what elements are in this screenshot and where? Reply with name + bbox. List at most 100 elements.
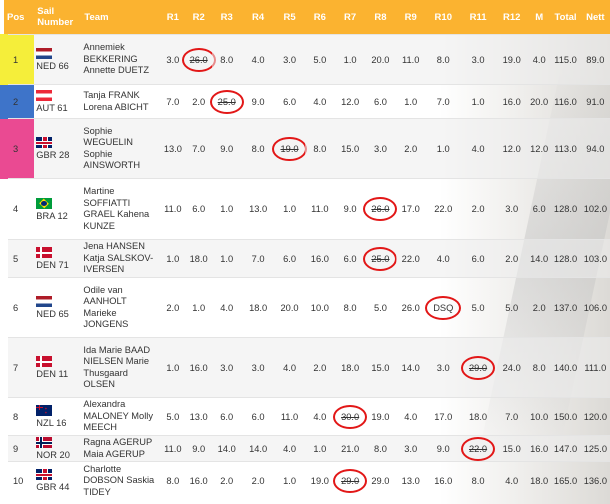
race-score: 20.0 (371, 54, 390, 65)
race-score: 5.0 (166, 411, 180, 422)
race-score: 1.0 (313, 443, 327, 454)
total-cell: 115.0 (550, 34, 581, 85)
race-score: 15.0 (371, 362, 390, 373)
table-row[interactable]: 9 NOR 20 Ragna AGERUP Maia AGERUP 11.0 9.0 14… (4, 435, 610, 462)
race-11-cell: 29.0 (460, 337, 496, 398)
total-cell: 140.0 (550, 337, 581, 398)
race-5-cell: 1.0 (274, 461, 305, 500)
medal-race-cell: 20.0 (527, 84, 551, 119)
sail-number-cell: DEN 71 (34, 239, 82, 278)
race-score: 19.0 (502, 54, 521, 65)
race-score: 11.0 (311, 204, 329, 214)
discarded-score: 19.0 (272, 136, 307, 161)
header-m[interactable]: M (527, 0, 551, 35)
race-score: 6.0 (251, 411, 265, 422)
race-10-cell: 17.0 (425, 397, 461, 436)
race-score: 6.0 (220, 411, 234, 422)
header-r10[interactable]: R10 (425, 0, 461, 35)
sail-number-cell: NZL 16 (34, 397, 82, 436)
race-score: 9.0 (251, 96, 265, 107)
table-row[interactable]: 10 GBR 44 Charlotte DOBSON Saskia TIDEY 8.0… (4, 461, 610, 500)
header-total[interactable]: Total (550, 0, 581, 35)
header-sail-number[interactable]: Sail Number (34, 0, 82, 35)
table-row[interactable]: 8NZL 16 Alexandra MALONEY Molly MEECH 5.0 1… (4, 397, 610, 436)
race-score: 2.0 (505, 253, 519, 264)
race-5-cell: 20.0 (274, 277, 305, 338)
race-score: 1.0 (404, 96, 418, 107)
header-r7[interactable]: R7 (334, 0, 366, 35)
position-cell: 6 (4, 277, 35, 338)
team-cell[interactable]: Sophie WEGUELIN Sophie AINSWORTH (81, 118, 160, 179)
race-7-cell: 8.0 (334, 277, 366, 338)
race-10-cell: DSQ (425, 277, 462, 338)
race-7-cell: 21.0 (334, 435, 366, 462)
team-cell[interactable]: Alexandra MALONEY Molly MEECH (81, 397, 160, 436)
sail-number-cell: GBR 44 (34, 461, 82, 500)
discarded-score: DSQ (425, 295, 462, 320)
table-row[interactable]: 1 NED 66 Annemiek BEKKERING Annette DUETZ 3… (0, 34, 610, 85)
table-row[interactable]: 4 BRA 12 Martine SOFFIATTI GRAEL Kahena KU… (4, 178, 610, 240)
race-1-cell: 1.0 (159, 239, 186, 278)
sail-number: BRA 12 (36, 210, 68, 221)
ned-flag-icon (36, 296, 53, 307)
header-r8[interactable]: R8 (365, 0, 396, 35)
header-r2[interactable]: R2 (185, 0, 212, 35)
header-r5[interactable]: R5 (274, 0, 305, 35)
race-score: 6.0 (343, 253, 357, 264)
nett-cell: 103.0 (580, 239, 610, 278)
table-row[interactable]: 7 DEN 11 Ida Marie BAAD NIELSEN Marie Thus… (4, 337, 610, 398)
header-r4[interactable]: R4 (241, 0, 275, 35)
bra-flag-icon (36, 197, 53, 209)
team-cell[interactable]: Jena HANSEN Katja SALSKOV-IVERSEN (81, 239, 160, 278)
race-score: 5.0 (471, 302, 485, 313)
header-r6[interactable]: R6 (304, 0, 335, 35)
team-cell[interactable]: Annemiek BEKKERING Annette DUETZ (81, 34, 160, 85)
table-row[interactable]: 3 GBR 28 Sophie WEGUELIN Sophie AINSWORTH 1… (0, 118, 610, 179)
race-1-cell: 11.0 (159, 178, 186, 240)
table-row[interactable]: 6 NED 65 Odile van AANHOLT Marieke JONGENS… (4, 277, 610, 338)
team-cell[interactable]: Tanja FRANK Lorena ABICHT (81, 84, 160, 119)
medal-race-cell: 12.0 (527, 118, 551, 179)
team-cell[interactable]: Charlotte DOBSON Saskia TIDEY (81, 461, 160, 500)
header-r12[interactable]: R12 (495, 0, 528, 35)
position-cell: 9 (4, 435, 35, 462)
race-score: 1.0 (283, 204, 296, 214)
race-2-cell: 16.0 (185, 337, 212, 398)
team-cell[interactable]: Odile van AANHOLT Marieke JONGENS (81, 277, 160, 338)
table-row[interactable]: 5 DEN 71 Jena HANSEN Katja SALSKOV-IVERSEN… (4, 239, 610, 278)
header-r1[interactable]: R1 (159, 0, 186, 35)
race-score: 2.0 (471, 204, 485, 214)
race-score: 4.0 (283, 362, 296, 373)
race-score: 11.0 (280, 411, 299, 422)
race-score: 29.0 (371, 475, 390, 486)
race-5-cell: 6.0 (274, 84, 305, 119)
race-12-cell: 24.0 (495, 337, 528, 398)
header-r3[interactable]: R3 (211, 0, 242, 35)
team-cell[interactable]: Martine SOFFIATTI GRAEL Kahena KUNZE (81, 178, 160, 240)
team-cell[interactable]: Ragna AGERUP Maia AGERUP (81, 435, 160, 462)
header-r9[interactable]: R9 (395, 0, 426, 35)
table-row[interactable]: 2 AUT 61 Tanja FRANK Lorena ABICHT 7.0 2.0 25… (0, 84, 610, 119)
race-9-cell: 13.0 (395, 461, 426, 500)
race-score: 4.0 (251, 54, 265, 65)
race-score: 7.0 (192, 143, 206, 154)
race-11-cell: 18.0 (460, 397, 496, 436)
race-score: 17.0 (434, 411, 453, 422)
race-score: 14.0 (249, 443, 268, 454)
race-4-cell: 8.0 (241, 118, 275, 179)
race-5-cell: 1.0 (274, 178, 305, 240)
team-cell[interactable]: Ida Marie BAAD NIELSEN Marie Thusgaard O… (81, 337, 160, 398)
race-score: 2.0 (192, 96, 206, 107)
race-11-cell: 3.0 (460, 34, 496, 85)
race-4-cell: 13.0 (241, 178, 275, 240)
header-team[interactable]: Team (81, 0, 160, 35)
race-score: 14.0 (217, 443, 236, 454)
race-score: 8.0 (373, 443, 387, 454)
race-7-cell: 29.0 (333, 461, 368, 500)
race-score: 7.0 (505, 411, 519, 422)
header-r11[interactable]: R11 (460, 0, 496, 35)
race-score: 9.0 (436, 443, 450, 454)
header-nett[interactable]: Nett (580, 0, 610, 35)
header-pos[interactable]: Pos (4, 0, 35, 35)
race-score: 6.0 (283, 96, 296, 107)
